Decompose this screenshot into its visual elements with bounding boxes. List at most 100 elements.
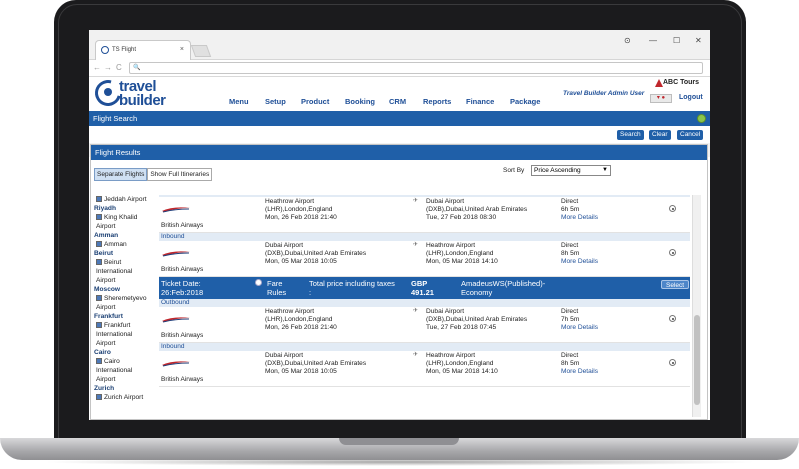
filter-label: Jeddah Airport: [104, 196, 147, 203]
arrival-city: (LHR),London,England: [426, 360, 494, 367]
filter-label: Beirut: [104, 259, 122, 266]
menu-item-booking[interactable]: Booking: [345, 97, 389, 106]
select-flight-radio[interactable]: [669, 359, 676, 366]
forward-icon[interactable]: →: [104, 63, 112, 72]
close-window-icon[interactable]: ✕: [695, 36, 702, 45]
checkbox-checked-icon[interactable]: [96, 358, 102, 364]
filter-label: Frankfurt: [94, 313, 123, 320]
more-details-link[interactable]: More Details: [561, 324, 598, 332]
currency-code: GBP: [411, 279, 428, 288]
select-flight-radio[interactable]: [669, 249, 676, 256]
flight-segment-row[interactable]: British Airways Heathrow Airport (LHR),Lon…: [159, 307, 690, 343]
header-control-icon[interactable]: ▾ ●: [650, 94, 672, 103]
browser-tab[interactable]: TS Flight ×: [95, 40, 191, 60]
checkbox-checked-icon[interactable]: [96, 322, 102, 328]
refresh-icon[interactable]: C: [116, 63, 122, 72]
arrival-time: Mon, 05 Mar 2018 14:10: [426, 368, 498, 375]
clear-button[interactable]: Clear: [649, 130, 671, 140]
flight-results-header: Flight Results: [91, 145, 707, 160]
plane-icon: ✈: [413, 242, 419, 248]
checkbox-checked-icon[interactable]: [96, 394, 102, 400]
filter-group-title: Riyadh: [94, 204, 156, 213]
arrival-info: Heathrow Airport (LHR),London,England Mon,…: [426, 352, 498, 376]
filter-group-title: Moscow: [94, 285, 156, 294]
filter-checkbox-item[interactable]: Beirut: [94, 258, 156, 267]
checkbox-checked-icon[interactable]: [96, 196, 102, 202]
site-favicon-icon: [101, 46, 109, 54]
tab-close-icon[interactable]: ×: [180, 46, 184, 53]
ticket-date-label: Ticket Date:: [161, 279, 201, 288]
collapse-icon[interactable]: [697, 114, 706, 123]
results-scrollbar[interactable]: [692, 195, 701, 417]
departure-city: (LHR),London,England: [265, 316, 333, 323]
search-button[interactable]: Search: [617, 130, 644, 140]
menu-item-package[interactable]: Package: [510, 97, 550, 106]
menu-item-reports[interactable]: Reports: [423, 97, 466, 106]
minimize-icon[interactable]: —: [649, 36, 657, 45]
select-flight-radio[interactable]: [669, 205, 676, 212]
arrival-city: (LHR),London,England: [426, 250, 494, 257]
airline-name: British Airways: [161, 332, 204, 339]
flight-search-header[interactable]: Flight Search: [89, 111, 710, 126]
menu-item-crm[interactable]: CRM: [389, 97, 423, 106]
filter-label: Airport: [96, 340, 116, 347]
filter-checkbox-item[interactable]: Zurich Airport: [94, 393, 156, 402]
more-details-link[interactable]: More Details: [561, 258, 598, 266]
back-icon[interactable]: ←: [93, 63, 101, 72]
separate-flights-toggle[interactable]: Separate Flights: [94, 168, 148, 181]
maximize-icon[interactable]: ☐: [673, 36, 680, 45]
menu-item-finance[interactable]: Finance: [466, 97, 510, 106]
departure-city: (DXB),Dubai,United Arab Emirates: [265, 250, 367, 257]
menu-item-product[interactable]: Product: [301, 97, 345, 106]
filter-item-text: Airport: [94, 276, 156, 285]
profile-icon[interactable]: ⊙: [624, 36, 631, 45]
view-toggles: Separate Flights Show Full Itineraries: [94, 163, 213, 181]
menu-item-setup[interactable]: Setup: [265, 97, 301, 106]
filter-checkbox-item[interactable]: Jeddah Airport: [94, 195, 156, 204]
checkbox-checked-icon[interactable]: [96, 259, 102, 265]
logo-text-builder: builder: [119, 92, 166, 109]
filter-checkbox-item[interactable]: Frankfurt: [94, 321, 156, 330]
flight-segment-row[interactable]: British Airways Heathrow Airport (LHR),Lon…: [159, 197, 690, 233]
filter-item-text: Airport: [94, 303, 156, 312]
fare-label[interactable]: Fare: [267, 279, 282, 288]
logout-link[interactable]: Logout: [679, 94, 703, 101]
info-icon[interactable]: [255, 279, 262, 286]
menu-item-menu[interactable]: Menu: [229, 97, 265, 106]
sort-select[interactable]: Price Ascending ▼: [531, 165, 611, 176]
provider-label: AmadeusWS(Published)-: [461, 279, 546, 288]
stop-info: Direct 7h 5m More Details: [561, 308, 598, 332]
scrollbar-thumb[interactable]: [694, 315, 700, 405]
filter-group-title: Beirut: [94, 249, 156, 258]
total-price-label: Total price including taxes: [309, 279, 395, 288]
filter-label: Airport: [96, 277, 116, 284]
select-flight-radio[interactable]: [669, 315, 676, 322]
full-itineraries-toggle[interactable]: Show Full Itineraries: [147, 168, 213, 181]
checkbox-checked-icon[interactable]: [96, 241, 102, 247]
select-button[interactable]: Select: [661, 280, 690, 289]
checkbox-checked-icon[interactable]: [96, 214, 102, 220]
stop-info: Direct 8h 5m More Details: [561, 242, 598, 266]
cancel-button[interactable]: Cancel: [677, 130, 704, 140]
filter-checkbox-item[interactable]: King Khalid: [94, 213, 156, 222]
flight-segment-row[interactable]: British Airways Dubai Airport (DXB),Dubai,…: [159, 241, 690, 277]
sort-value: Price Ascending: [534, 167, 581, 174]
filter-label: International: [96, 331, 133, 338]
departure-airport: Heathrow Airport: [265, 198, 315, 205]
filter-checkbox-item[interactable]: Amman: [94, 240, 156, 249]
flight-segment-row[interactable]: British Airways Dubai Airport (DXB),Dubai,…: [159, 351, 690, 387]
arrival-info: Dubai Airport (DXB),Dubai,United Arab Emi…: [426, 308, 527, 332]
url-input[interactable]: 🔍: [129, 62, 703, 74]
departure-time: Mon, 26 Feb 2018 21:40: [265, 324, 337, 331]
new-tab-button[interactable]: [190, 45, 212, 57]
arrival-time: Tue, 27 Feb 2018 08:30: [426, 214, 497, 221]
rules-label[interactable]: Rules: [267, 288, 286, 297]
arrival-info: Heathrow Airport (LHR),London,England Mon,…: [426, 242, 498, 266]
more-details-link[interactable]: More Details: [561, 214, 598, 222]
filter-checkbox-item[interactable]: Cairo: [94, 357, 156, 366]
checkbox-checked-icon[interactable]: [96, 295, 102, 301]
filter-checkbox-item[interactable]: Sheremetyevo: [94, 294, 156, 303]
airline-name: British Airways: [161, 266, 204, 273]
duration-label: 8h 5m: [561, 250, 580, 257]
more-details-link[interactable]: More Details: [561, 368, 598, 376]
